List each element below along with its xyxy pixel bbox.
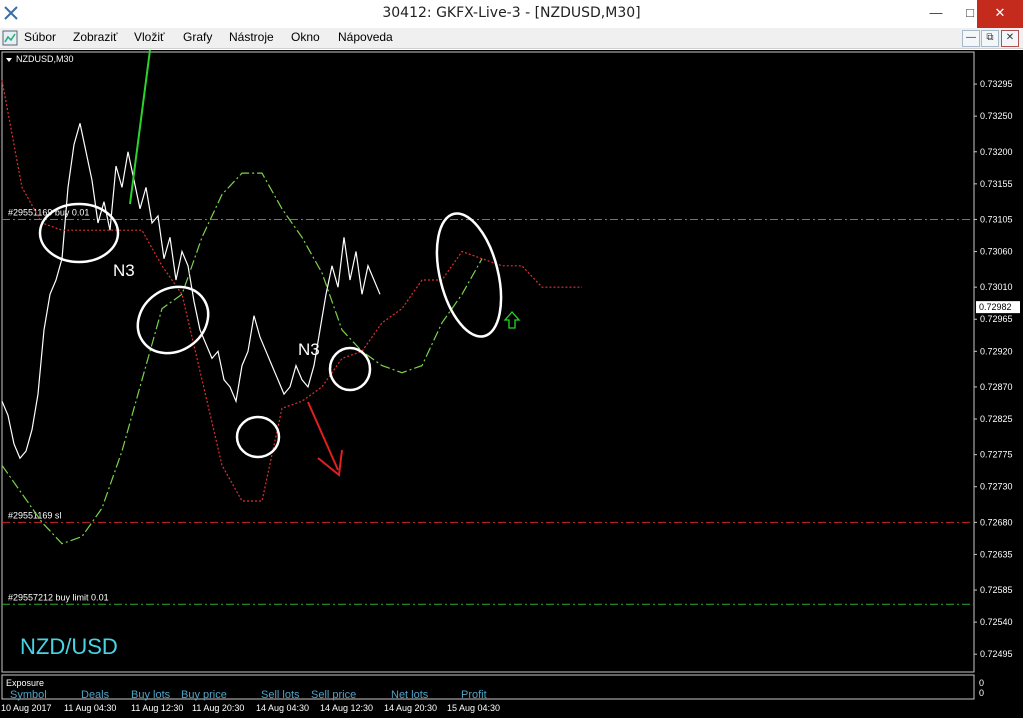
chart-background	[0, 50, 1023, 718]
price-axis-label: 0.72585	[980, 585, 1013, 595]
minimize-button[interactable]: —	[919, 0, 953, 28]
order-line-label: #29557212 buy limit 0.01	[8, 592, 109, 602]
price-axis-label: 0.72965	[980, 314, 1013, 324]
menu-item-view[interactable]: Zobraziť	[73, 30, 118, 44]
price-axis-label: 0.72540	[980, 617, 1013, 627]
time-axis-label: 11 Aug 12:30	[131, 703, 183, 713]
menu-item-tools[interactable]: Nástroje	[229, 30, 274, 44]
time-axis-label: 11 Aug 20:30	[192, 703, 244, 713]
price-axis-label: 0.73295	[980, 79, 1013, 89]
chart-window-icon	[2, 30, 18, 46]
menu-bar: Súbor Zobraziť Vložiť Grafy Nástroje Okn…	[0, 28, 1023, 49]
exposure-column-header[interactable]: Buy price	[181, 689, 227, 701]
exposure-column-header[interactable]: Net lots	[391, 689, 429, 701]
menu-item-charts[interactable]: Grafy	[183, 30, 212, 44]
exposure-column-header[interactable]: Deals	[81, 689, 110, 701]
child-close-button[interactable]: ✕	[1001, 30, 1019, 47]
exposure-column-header[interactable]: Profit	[461, 689, 487, 701]
child-minimize-button[interactable]: —	[962, 30, 980, 47]
price-axis-label: 0.73105	[980, 214, 1013, 224]
exposure-column-header[interactable]: Buy lots	[131, 689, 171, 701]
menu-item-window[interactable]: Okno	[291, 30, 320, 44]
menu-item-file[interactable]: Súbor	[24, 30, 56, 44]
price-axis-label: 0.73155	[980, 179, 1013, 189]
child-restore-button[interactable]: ⧉	[981, 30, 999, 47]
current-price-label: 0.72982	[979, 302, 1012, 312]
price-axis-label: 0.72635	[980, 549, 1013, 559]
time-axis-label: 14 Aug 20:30	[384, 703, 437, 713]
exposure-title: Exposure	[6, 678, 44, 688]
exposure-column-header[interactable]: Sell price	[311, 689, 356, 701]
close-button[interactable]: ✕	[977, 0, 1023, 28]
menu-item-help[interactable]: Nápoveda	[338, 30, 393, 44]
price-axis-label: 0.73200	[980, 147, 1013, 157]
time-axis-label: 14 Aug 04:30	[256, 703, 309, 713]
time-axis-label: 14 Aug 12:30	[320, 703, 373, 713]
exposure-axis-value: 0	[979, 678, 984, 688]
window-title: 30412: GKFX-Live-3 - [NZDUSD,M30]	[382, 5, 641, 21]
price-axis-label: 0.72680	[980, 517, 1013, 527]
annotation-label: N3	[113, 261, 135, 280]
price-axis-label: 0.72825	[980, 414, 1013, 424]
price-axis-label: 0.73250	[980, 111, 1013, 121]
price-axis-label: 0.73010	[980, 282, 1013, 292]
price-axis-label: 0.72495	[980, 649, 1013, 659]
price-axis-label: 0.72870	[980, 382, 1013, 392]
price-chart[interactable]: NZDUSD,M30 #29551169 buy 0.01#29551169 s…	[0, 50, 1023, 718]
price-axis-label: 0.72920	[980, 346, 1013, 356]
price-axis-label: 0.72775	[980, 450, 1013, 460]
symbol-label: NZDUSD,M30	[16, 54, 74, 64]
annotation-label: N3	[298, 340, 320, 359]
symbol-watermark: NZD/USD	[20, 634, 118, 659]
time-axis-label: 15 Aug 04:30	[447, 703, 500, 713]
menu-item-insert[interactable]: Vložiť	[134, 30, 165, 44]
title-bar: 30412: GKFX-Live-3 - [NZDUSD,M30] — □ ✕	[0, 0, 1023, 28]
exposure-column-header[interactable]: Sell lots	[261, 689, 300, 701]
time-axis-label: 11 Aug 04:30	[64, 703, 116, 713]
price-axis-label: 0.72730	[980, 482, 1013, 492]
time-axis-label: 10 Aug 2017	[1, 703, 52, 713]
exposure-column-header[interactable]: Symbol	[10, 689, 47, 701]
exposure-axis-value: 0	[979, 688, 984, 698]
price-axis-label: 0.73060	[980, 247, 1013, 257]
